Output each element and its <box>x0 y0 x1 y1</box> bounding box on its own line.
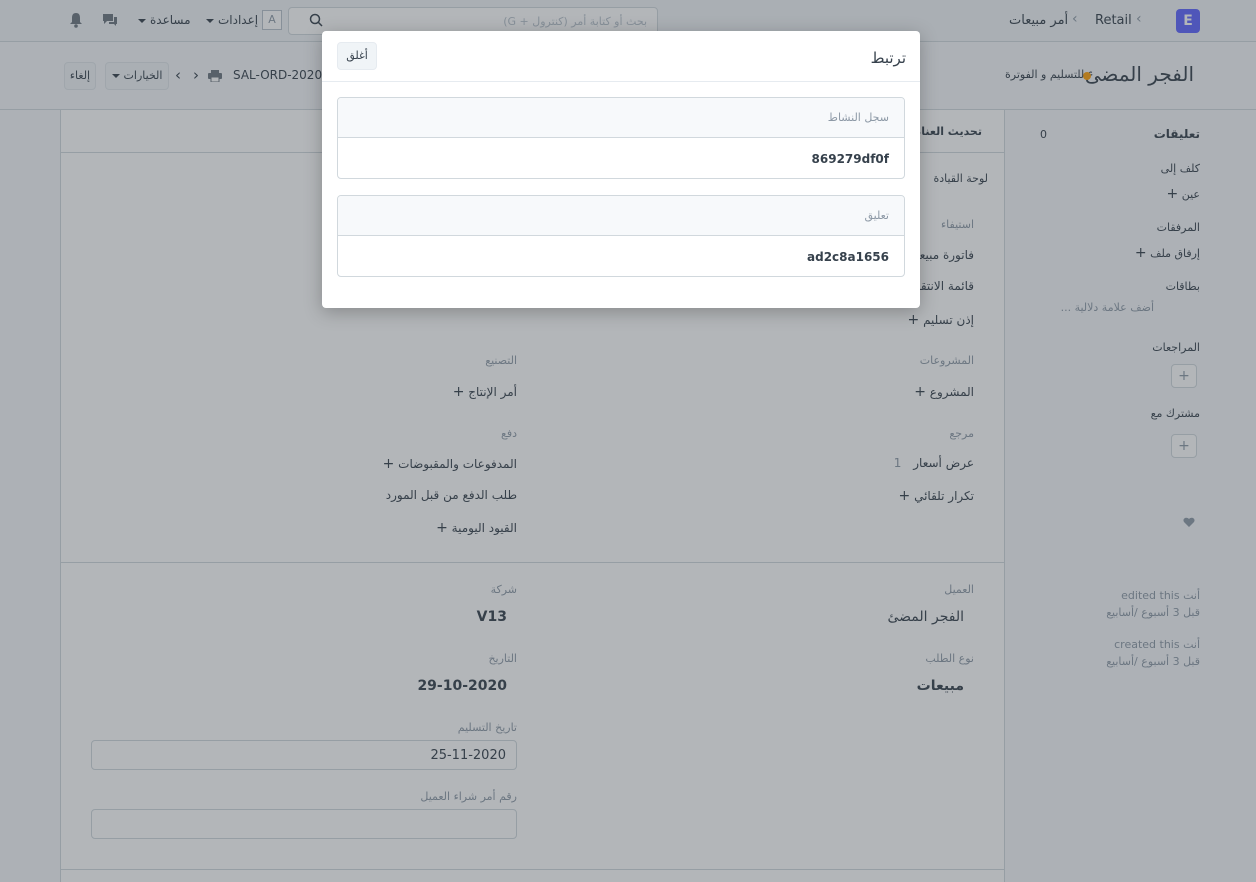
link-card-header: سجل النشاط <box>338 98 904 138</box>
link-card: تعليق ad2c8a1656 <box>337 195 905 277</box>
link-card-header: تعليق <box>338 196 904 236</box>
modal-divider <box>322 81 920 82</box>
modal-title: ترتبط <box>870 49 906 67</box>
close-button[interactable]: أغلق <box>337 42 377 70</box>
link-card-value[interactable]: ad2c8a1656 <box>807 250 889 264</box>
links-modal: ترتبط أغلق سجل النشاط 869279df0f تعليق a… <box>322 31 920 308</box>
link-card-title: تعليق <box>864 209 889 222</box>
link-card: سجل النشاط 869279df0f <box>337 97 905 179</box>
link-card-title: سجل النشاط <box>827 111 889 124</box>
link-card-value[interactable]: 869279df0f <box>812 152 889 166</box>
